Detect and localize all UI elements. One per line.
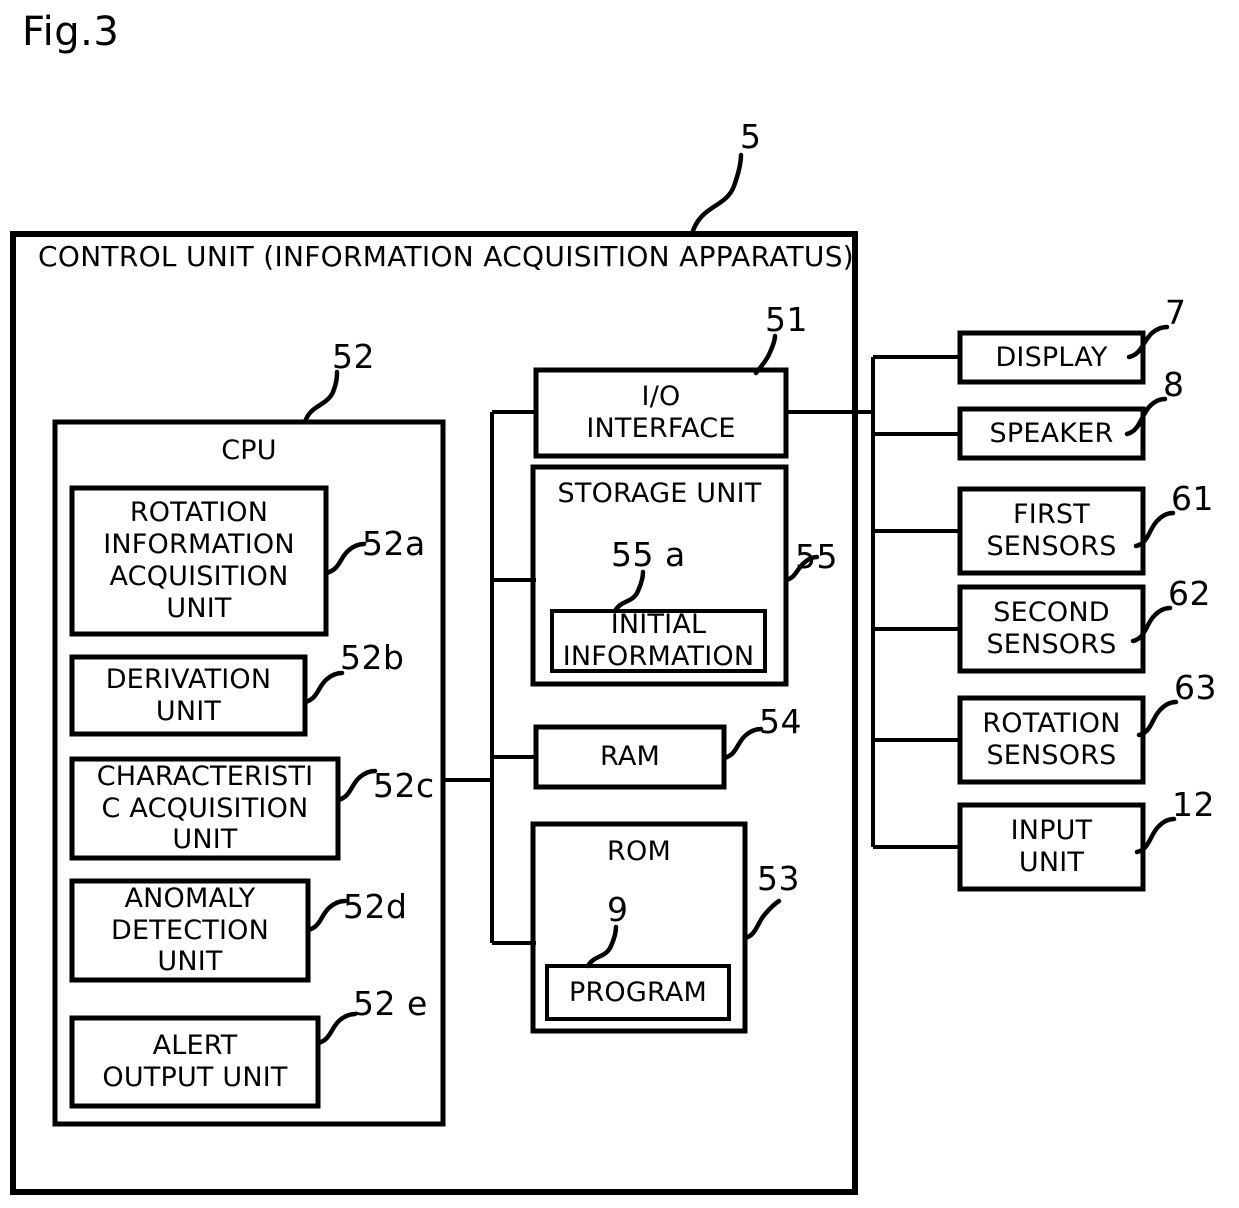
peripheral-box-2 [957,486,1146,576]
rom-box [530,821,748,1034]
initial-information-box [550,609,767,673]
ref-number-63: 63 [1174,668,1217,707]
leader-ref-52d [305,898,348,933]
leader-ref-51 [753,333,778,376]
storage-unit-box [530,464,789,687]
leader-ref-53 [742,898,782,941]
cpu-block-box-4 [69,1015,321,1109]
leader-ref-5 [689,152,744,237]
peripheral-box-4 [957,695,1146,785]
leader-ref-54 [721,726,764,761]
leader-ref-8 [1124,396,1168,437]
ref-number-5: 5 [740,117,762,156]
ref-number-55: 55 [795,537,838,576]
leader-lines [302,152,1179,1046]
ref-number-53: 53 [757,859,800,898]
control-unit-box [10,231,858,1195]
io-interface-box [533,367,789,459]
ref-number-52d: 52d [343,887,408,926]
peripheral-box-0 [957,330,1146,385]
control-unit-label: CONTROL UNIT (INFORMATION ACQUISITION AP… [38,240,855,273]
ref-number-62: 62 [1168,574,1211,613]
ref-number-9: 9 [607,890,629,929]
ref-number-54: 54 [759,702,802,741]
ref-number-55a: 55 a [611,535,686,574]
leader-ref-52c [335,768,378,803]
leader-ref-62 [1130,605,1173,644]
figure-caption: Fig.3 [22,9,120,55]
ref-number-12: 12 [1172,785,1215,824]
ref-number-52a: 52a [362,524,426,563]
ref-number-7: 7 [1165,293,1187,332]
leader-ref-52e [315,1011,358,1046]
ref-number-52c: 52c [373,766,435,805]
program-box [545,964,731,1021]
ref-number-51: 51 [765,300,808,339]
cpu-block-box-2 [69,756,341,861]
cpu-block-box-1 [69,654,308,737]
cpu-block-box-0 [69,485,329,637]
peripheral-box-1 [957,406,1146,461]
leader-ref-52a [323,541,367,576]
diagram-vector-layer [10,152,1179,1195]
peripheral-bus-lines [786,355,960,849]
ref-number-52b: 52b [340,638,405,677]
ref-number-61: 61 [1171,479,1214,518]
leader-ref-52 [302,369,340,425]
peripheral-box-3 [957,584,1146,674]
cpu-block-box-3 [69,878,311,983]
ref-number-52e: 52 e [353,984,428,1023]
ram-box [533,724,727,790]
leader-ref-52b [302,670,345,705]
ref-number-8: 8 [1163,365,1185,404]
leader-ref-55a [612,569,646,614]
leader-ref-9 [585,924,619,969]
internal-bus-lines [443,410,536,945]
ref-number-52: 52 [332,337,375,376]
figure-canvas: Fig.3 CONTROL UNIT (INFORMATION ACQUISIT… [0,0,1239,1208]
peripheral-box-5 [957,802,1146,892]
